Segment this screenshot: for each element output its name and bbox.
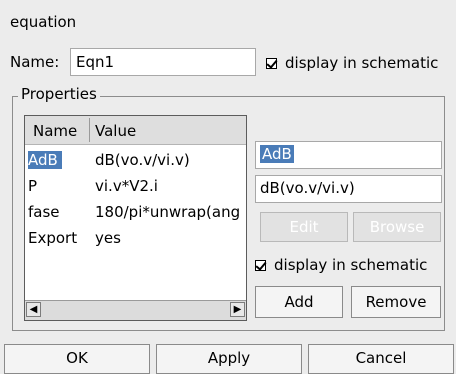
column-header-name[interactable]: Name [33, 122, 77, 140]
list-header: Name Value [25, 116, 246, 145]
property-value-input[interactable]: dB(vo.v/vi.v) [255, 175, 442, 203]
display-in-schematic-checkbox[interactable]: display in schematic [266, 54, 438, 72]
dialog-title: equation [10, 13, 77, 31]
apply-button[interactable]: Apply [156, 344, 302, 374]
property-value: dB(vo.v/vi.v) [95, 151, 190, 169]
property-name-input-text: AdB [260, 145, 294, 163]
browse-button[interactable]: Browse [353, 212, 441, 242]
checkmark-icon [266, 57, 277, 69]
horizontal-scrollbar[interactable]: ◀ ▶ [25, 300, 246, 320]
property-value: yes [95, 229, 121, 247]
checkmark-icon [255, 259, 266, 271]
display-in-schematic-label: display in schematic [285, 54, 439, 72]
column-header-value[interactable]: Value [95, 122, 136, 140]
column-separator[interactable] [89, 118, 90, 142]
property-row-adb[interactable]: AdB dB(vo.v/vi.v) [25, 148, 246, 173]
property-name: Export [28, 229, 78, 247]
properties-group-label: Properties [18, 85, 100, 103]
properties-list[interactable]: Name Value AdB dB(vo.v/vi.v) P vi.v*V2.i… [24, 115, 247, 321]
cancel-button[interactable]: Cancel [308, 344, 454, 374]
property-value: 180/pi*unwrap(ang [95, 203, 241, 221]
property-value: vi.v*V2.i [95, 177, 158, 195]
property-name-input[interactable]: AdB [255, 141, 442, 169]
scroll-left-icon[interactable]: ◀ [26, 302, 41, 317]
property-name: AdB [28, 151, 62, 169]
ok-button[interactable]: OK [4, 344, 150, 374]
edit-button[interactable]: Edit [260, 212, 348, 242]
remove-button[interactable]: Remove [351, 286, 441, 318]
property-name: P [28, 177, 38, 195]
property-name: fase [28, 203, 60, 221]
property-row-export[interactable]: Export yes [25, 226, 246, 251]
name-label: Name: [10, 53, 60, 71]
property-display-in-schematic-label: display in schematic [274, 256, 428, 274]
property-row-fase[interactable]: fase 180/pi*unwrap(ang [25, 200, 246, 225]
add-button[interactable]: Add [255, 286, 343, 318]
property-display-in-schematic-checkbox[interactable]: display in schematic [255, 256, 427, 274]
scroll-right-icon[interactable]: ▶ [230, 302, 245, 317]
property-row-p[interactable]: P vi.v*V2.i [25, 174, 246, 199]
name-input[interactable]: Eqn1 [70, 48, 256, 76]
